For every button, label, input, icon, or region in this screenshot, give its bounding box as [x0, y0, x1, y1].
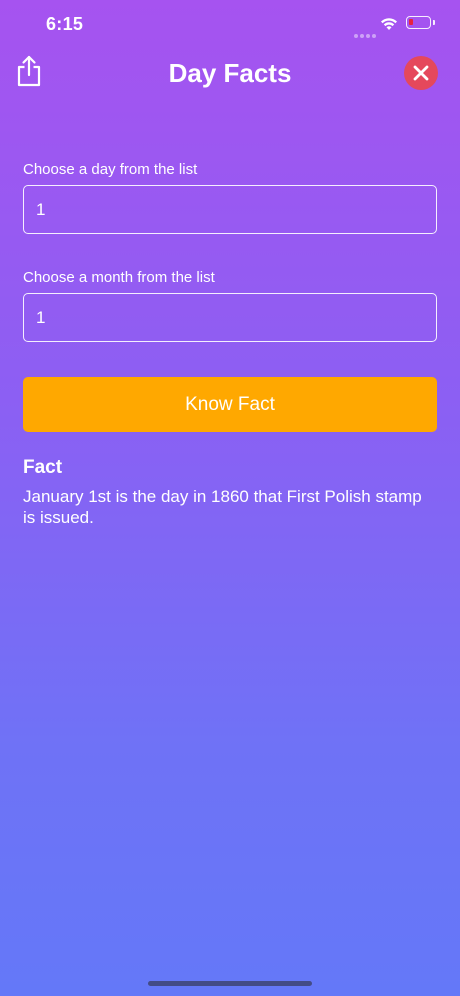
wifi-icon [381, 18, 397, 30]
month-label: Choose a month from the list [23, 269, 215, 286]
day-field[interactable] [23, 185, 437, 234]
battery-level [409, 19, 413, 25]
page-title: Day Facts [168, 58, 292, 88]
battery-icon [406, 16, 431, 29]
know-fact-button[interactable]: Know Fact [23, 377, 437, 432]
battery-cap [433, 20, 435, 25]
month-field[interactable] [23, 293, 437, 342]
fact-heading: Fact [23, 457, 63, 478]
navigation-bar: Day Facts [0, 50, 460, 100]
status-time: 6:15 [46, 14, 84, 34]
close-icon [413, 65, 429, 81]
home-indicator[interactable] [148, 981, 312, 986]
status-bar: 6:15 [0, 0, 460, 50]
close-button[interactable] [404, 56, 438, 90]
cellular-signal-icon [354, 25, 378, 43]
day-label: Choose a day from the list [23, 161, 198, 178]
fact-text: January 1st is the day in 1860 that Firs… [23, 487, 422, 527]
